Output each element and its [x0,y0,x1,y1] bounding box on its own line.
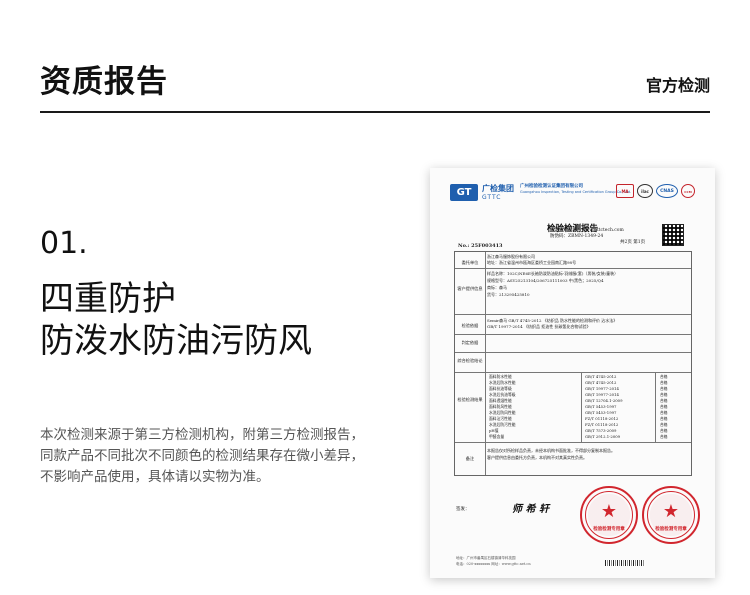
table-divider [455,268,691,269]
official-stamp-icon: ★ 检验检测专用章 [642,486,700,544]
result-item: 水洗后防污性能 [489,422,516,427]
result-std: FZ/T 01118-2012 [585,416,619,421]
table-label: 综合检验结论 [457,358,483,363]
table-divider [581,372,582,442]
result-std: GB/T 5453-1997 [585,404,617,409]
result-item: pH值 [489,428,499,433]
table-divider [455,334,691,335]
result-value: 合格 [660,392,668,397]
table-divider [655,372,656,442]
footer-line: 电话：020-xxxxxxxx 网址：www.gttc.net.cn [456,562,531,566]
sample-line: 规格型号：ASY25213104/206725111003 中/黑色；2025/… [487,278,604,283]
result-value: 合格 [660,404,668,409]
table-divider [455,442,691,443]
stamp-star-icon: ★ [662,501,680,522]
table-divider [455,352,691,353]
result-std: GB/T 19977-2014 [585,386,619,391]
description-line: 不影响产品使用，具体请以实物为准。 [40,469,270,485]
description-line: 本次检测来源于第三方检测机构，附第三方检测报告， [40,427,364,443]
description-line: 同款产品不同批次不同颜色的检测结果存在微小差异， [40,448,364,464]
gttc-logo-icon: GT [450,184,478,201]
result-value: 合格 [660,386,668,391]
result-std: FZ/T 01118-2012 [585,422,619,427]
result-item: 面料防水性能 [489,374,512,379]
result-value: 合格 [660,380,668,385]
footer-line: 地址：广州市番禺区石楼镇清华科技园 [456,556,516,560]
result-item: 甲醛含量 [489,434,505,439]
stamp-text: 检验检测专用章 [655,527,687,532]
ccm-cert-icon: CCM [681,184,695,198]
page-title: 资质报告 [40,64,168,100]
remarks-line: 本报告仅对所检样品负责，未经本机构书面批准，不得部分复制本报告。 [487,448,615,453]
result-std: GB/T 4745-2012 [585,380,617,385]
section-heading: 四重防护 防泼水防油污防风 [40,278,312,362]
table-label: 检验依据 [461,323,479,328]
sample-line: 货号：213295425810 [487,292,530,297]
result-std: GB/T 7573-2009 [585,428,617,433]
basis-line: GB/T 19977-2014 《纺织品 拒油性 抗碳氢化合物试验》 [487,324,591,329]
report-table: 委托单位 浙江森马服饰股份有限公司 地址：浙江省温州市瓯海区娄桥工业园南汇路98… [454,251,692,476]
result-value: 合格 [660,422,668,427]
official-stamp-icon: ★ 检验检测专用章 [580,486,638,544]
table-label: 备注 [465,456,475,461]
result-value: 合格 [660,416,668,421]
sample-line: 样品名称：102C/NE6E长袖防泼防油贴标-羽绒服(套)（男装/女装/童装） [487,271,619,276]
table-label: 判定依据 [461,340,479,345]
result-value: 合格 [660,374,668,379]
institute-en: Guangzhou Inspection, Testing and Certif… [520,190,632,194]
institute-cn: 广州检验检测认证集团有限公司 [520,184,583,189]
report-meta: 防伪码：ZBMN-1349-24 [550,234,604,239]
table-label: 委托单位 [461,260,479,265]
result-value: 合格 [660,428,668,433]
cnas-cert-icon: CNAS [656,184,678,198]
section-heading-line: 防泼水防油污防风 [40,321,312,361]
header-divider [40,111,710,113]
result-value: 合格 [660,410,668,415]
stamp-star-icon: ★ [600,501,618,522]
sign-label: 签发： [456,507,470,512]
signature: 师 希 轩 [512,504,549,515]
result-item: 水洗后抗油等级 [489,392,516,397]
result-std: GB/T 4745-2012 [585,374,617,379]
result-item: 水洗后防水性能 [489,380,516,385]
cma-cert-icon: MA [616,184,634,198]
logo-cn: 广检集团 [482,184,514,193]
section-heading-line: 四重防护 [40,279,176,319]
table-label: 客户提供信息 [457,286,483,291]
result-std: GB/T 5453-1997 [585,410,617,415]
client-line: 浙江森马服饰股份有限公司 [487,254,535,259]
ilac-cert-icon: ilac [637,184,653,198]
logo-en: GTTC [482,194,502,201]
report-meta: 共2页 第1页 [620,240,646,245]
result-value: 合格 [660,398,668,403]
sample-line: 商标：森马 [487,285,507,290]
qr-code-icon [662,224,684,246]
result-value: 合格 [660,434,668,439]
barcode-icon [605,560,645,566]
result-item: 面料防风性能 [489,404,512,409]
table-label: 检验检测结果 [457,397,483,402]
remarks-line: 客户提供信息由委托方负责，本机构不对其真实性负责。 [487,455,587,460]
table-divider [455,314,691,315]
basis-line: Semir森马 GB/T 4745-2012 《纺织品 防水性能的检测和评价 沾… [487,318,618,323]
client-line: 地址：浙江省温州市瓯海区娄桥工业园南汇路98号 [487,260,577,265]
report-number: No.: 25F003413 [458,243,503,249]
result-std: GB/T 2912.1-2009 [585,434,621,439]
result-item: 面料沾污性能 [489,416,512,421]
result-item: 水洗后防风性能 [489,410,516,415]
result-std: GB/T 12704.1-2009 [585,398,623,403]
test-report-document: GT 广检集团 GTTC 广州检验检测认证集团有限公司 Guangzhou In… [430,168,715,578]
section-description: 本次检测来源于第三方检测机构，附第三方检测报告， 同款产品不同批次不同颜色的检测… [40,425,370,488]
result-item: 面料抗油等级 [489,386,512,391]
stamp-text: 检验检测专用章 [593,527,625,532]
header-tag: 官方检测 [645,76,710,95]
result-std: GB/T 19977-2014 [585,392,619,397]
result-item: 面料透湿性能 [489,398,512,403]
section-index: 01. [40,226,88,261]
